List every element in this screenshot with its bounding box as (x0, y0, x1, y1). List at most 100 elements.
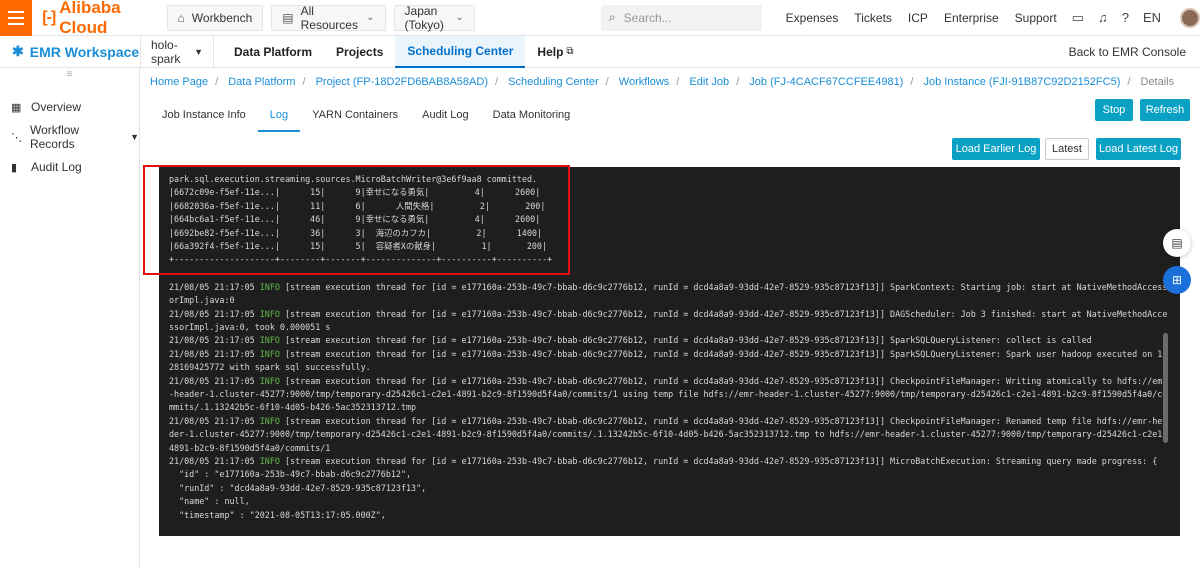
log-table-line: |66a392f4-f5ef-11e...| 15| 5| 容疑者Xの献身| 1… (169, 240, 547, 251)
tab-log[interactable]: Log (257, 106, 301, 132)
enterprise-link[interactable]: Enterprise (944, 11, 999, 25)
log-level: INFO (259, 415, 280, 426)
log-line: 21/08/05 21:17:05 INFO [stream execution… (169, 281, 1168, 306)
log-viewer[interactable]: park.sql.execution.streaming.sources.Mic… (159, 167, 1180, 536)
log-level: INFO (259, 375, 280, 386)
chevron-down-icon: ⌄ (366, 12, 375, 23)
hamburger-menu-icon[interactable] (0, 0, 33, 36)
tab-data-platform[interactable]: Data Platform (222, 36, 324, 68)
log-json-line: "id" : "e177160a-253b-49c7-bbab-d6c9c277… (169, 469, 412, 480)
breadcrumb-item[interactable]: Job Instance (FJI-91B87C92D2152FC5) (923, 76, 1120, 88)
collapse-handle-icon[interactable]: ≡ (0, 68, 139, 86)
breadcrumb-separator: / (736, 76, 740, 88)
main-content: Home Page / Data Platform / Project (FP-18… (140, 68, 1200, 568)
log-scrollbar[interactable] (1163, 333, 1168, 443)
breadcrumb-separator: / (910, 76, 914, 88)
chevron-down-icon: ▼ (130, 132, 139, 142)
sidebar-item-label: Audit Log (31, 160, 82, 174)
breadcrumb-item[interactable]: Home Page (150, 76, 208, 88)
workbench-button[interactable]: ⌂ Workbench (166, 4, 264, 31)
log-spacer (169, 267, 1170, 281)
log-line: 21/08/05 21:17:05 INFO [stream execution… (169, 415, 1168, 453)
expenses-link[interactable]: Expenses (786, 11, 839, 25)
breadcrumb-current: Details (1140, 76, 1175, 88)
log-line: 21/08/05 21:17:05 INFO [stream execution… (169, 375, 1168, 413)
breadcrumb-separator: / (495, 76, 499, 88)
tab-scheduling-center[interactable]: Scheduling Center (395, 35, 526, 68)
icp-link[interactable]: ICP (908, 11, 928, 25)
brand-mark: [-] (42, 8, 56, 26)
log-json-line: "name" : null, (169, 496, 250, 507)
external-link-icon: ⧉ (566, 46, 574, 57)
latest-button[interactable]: Latest (1045, 138, 1089, 160)
sidebar-item-overview[interactable]: ▦ Overview (0, 92, 139, 122)
project-selector[interactable]: holo-spark ▼ (140, 35, 214, 68)
search-input[interactable]: ⌕ Search... (600, 4, 762, 31)
workflow-icon: ⋱ (11, 131, 22, 144)
log-json-line: "timestamp" : "2021-08-05T13:17:05.000Z"… (169, 509, 386, 520)
terminal-icon[interactable]: ▭ (1072, 10, 1084, 26)
document-icon: ▮ (11, 161, 18, 174)
breadcrumb-item[interactable]: Data Platform (228, 76, 295, 88)
tab-job-instance-info[interactable]: Job Instance Info (150, 106, 258, 132)
search-icon: ⌕ (608, 10, 616, 24)
avatar[interactable] (1180, 7, 1200, 28)
region-label: Japan (Tokyo) (404, 3, 444, 32)
top-bar: [-] Alibaba Cloud ⌂ Workbench ▤ All Reso… (0, 0, 1200, 38)
log-level: INFO (259, 335, 280, 346)
stop-button[interactable]: Stop (1095, 99, 1133, 121)
region-dropdown[interactable]: Japan (Tokyo) ⌄ (393, 3, 475, 32)
load-latest-log-button[interactable]: Load Latest Log (1096, 138, 1181, 160)
resources-icon: ▤ (282, 10, 294, 25)
chat-icon[interactable]: ▤ (1163, 229, 1191, 257)
workspace-label: EMR Workspace (29, 43, 140, 60)
apps-icon[interactable]: ⊞ (1163, 266, 1191, 294)
refresh-button[interactable]: Refresh (1140, 99, 1190, 121)
log-level: INFO (259, 456, 280, 467)
log-json-line: "runId" : "dcd4a8a9-93dd-42e7-8529-935c8… (169, 482, 427, 493)
breadcrumb-separator: / (215, 76, 219, 88)
breadcrumb-item[interactable]: Edit Job (689, 76, 729, 88)
breadcrumb-separator: / (676, 76, 680, 88)
tab-help[interactable]: Help ⧉ (525, 36, 585, 68)
tab-yarn-containers[interactable]: YARN Containers (300, 106, 410, 132)
sidebar-item-audit-log[interactable]: ▮ Audit Log (0, 152, 139, 182)
chevron-down-icon: ▼ (194, 46, 203, 57)
language-switch[interactable]: EN (1143, 10, 1161, 25)
help-label: Help (537, 44, 564, 59)
bell-icon[interactable]: ♫ (1098, 10, 1108, 25)
support-link[interactable]: Support (1015, 11, 1057, 25)
chevron-down-icon: ⌄ (455, 12, 464, 23)
sidebar-item-workflow-records[interactable]: ⋱ Workflow Records ▼ (0, 122, 139, 152)
log-level: INFO (259, 348, 280, 359)
tab-data-monitoring[interactable]: Data Monitoring (481, 106, 583, 132)
breadcrumb-separator: / (605, 76, 609, 88)
tab-audit-log[interactable]: Audit Log (410, 106, 480, 132)
brand-name: Alibaba Cloud (59, 0, 121, 37)
load-earlier-log-button[interactable]: Load Earlier Log (952, 138, 1040, 160)
breadcrumb: Home Page / Data Platform / Project (FP-18… (150, 76, 1181, 88)
log-level: INFO (259, 281, 280, 292)
search-placeholder: Search... (623, 10, 672, 25)
log-line: 21/08/05 21:17:05 INFO [stream execution… (169, 308, 1168, 332)
breadcrumb-item[interactable]: Workflows (619, 76, 670, 88)
job-instance-tabs: Job Instance Info Log YARN Containers Au… (150, 106, 582, 132)
tickets-link[interactable]: Tickets (854, 11, 892, 25)
breadcrumb-item[interactable]: Project (FP-18D2FD6BAB8A58AD) (316, 76, 488, 88)
all-resources-dropdown[interactable]: ▤ All Resources ⌄ (271, 4, 386, 32)
alibaba-cloud-logo[interactable]: [-] Alibaba Cloud (42, 0, 152, 38)
tab-projects[interactable]: Projects (324, 36, 395, 68)
back-to-console-link[interactable]: Back to EMR Console (1069, 45, 1186, 59)
help-icon[interactable]: ? (1122, 10, 1129, 25)
top-links: Expenses Tickets ICP Enterprise Support … (778, 7, 1200, 28)
emr-workspace-title[interactable]: ✱ EMR Workspace (0, 43, 140, 60)
sidebar-item-label: Workflow Records (29, 123, 80, 151)
breadcrumb-item[interactable]: Scheduling Center (508, 76, 599, 88)
workspace-logo-icon: ✱ (12, 43, 24, 59)
breadcrumb-item[interactable]: Job (FJ-4CACF67CCFEE4981) (749, 76, 903, 88)
log-table-line: +--------------------+--------+-------+-… (169, 254, 553, 265)
log-table-line: |6692be82-f5ef-11e...| 36| 3| 海辺のカフカ| 2|… (169, 227, 542, 238)
project-name: holo-spark (151, 37, 181, 66)
log-line: 21/08/05 21:17:05 INFO [stream execution… (169, 348, 1168, 373)
breadcrumb-separator: / (1127, 76, 1131, 88)
